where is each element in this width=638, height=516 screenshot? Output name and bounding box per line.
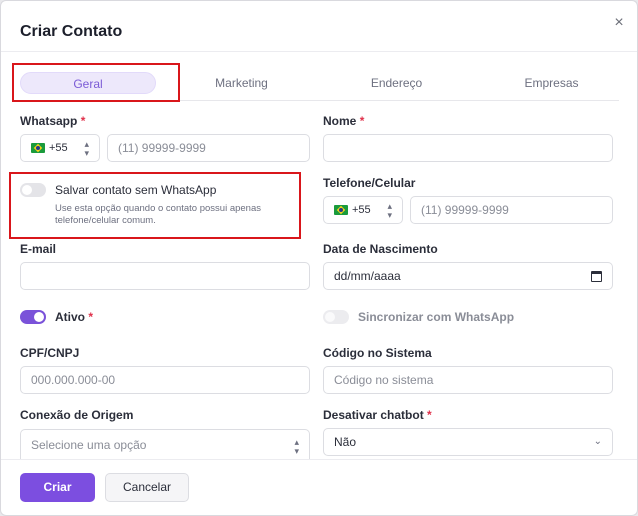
- brazil-flag-icon: [334, 205, 348, 215]
- whatsapp-input[interactable]: (11) 99999-9999: [107, 134, 310, 162]
- brazil-flag-icon: [31, 143, 45, 153]
- updown-chevron-icon: ▴ ▾: [387, 201, 392, 220]
- conexao-select[interactable]: Selecione uma opção ▴ ▾: [20, 429, 310, 459]
- email-input[interactable]: [20, 262, 310, 290]
- updown-chevron-icon: ▴ ▾: [294, 437, 299, 456]
- telefone-country-select[interactable]: +55 ▴ ▾: [323, 196, 403, 224]
- modal-header: Criar Contato ×: [1, 1, 637, 52]
- cpf-input[interactable]: 000.000.000-00: [20, 366, 310, 394]
- email-label: E-mail: [20, 242, 57, 256]
- codigo-input[interactable]: Código no sistema: [323, 366, 613, 394]
- nascimento-label: Data de Nascimento: [323, 242, 438, 256]
- modal-title: Criar Contato: [20, 23, 123, 40]
- cancel-button[interactable]: Cancelar: [105, 473, 189, 502]
- whatsapp-label: Whatsapp *: [20, 114, 86, 128]
- create-contact-modal: Criar Contato × Geral Marketing Endereço…: [0, 0, 638, 516]
- conexao-label: Conexão de Origem: [20, 408, 134, 422]
- sincronizar-label: Sincronizar com WhatsApp: [358, 310, 515, 324]
- chatbot-label: Desativar chatbot *: [323, 408, 432, 422]
- save-without-whatsapp-help: Use esta opção quando o contato possui a…: [55, 203, 261, 226]
- chatbot-select[interactable]: Não ⌄: [323, 428, 613, 456]
- telefone-input[interactable]: (11) 99999-9999: [410, 196, 613, 224]
- create-button[interactable]: Criar: [20, 473, 95, 502]
- nascimento-input[interactable]: dd/mm/aaaa: [323, 262, 613, 290]
- nome-label: Nome *: [323, 114, 365, 128]
- tab-bar: Geral Marketing Endereço Empresas: [12, 63, 619, 101]
- save-without-whatsapp-toggle[interactable]: [20, 183, 46, 197]
- close-icon[interactable]: ×: [611, 15, 627, 31]
- ativo-label: Ativo *: [55, 310, 94, 324]
- calendar-icon[interactable]: [591, 271, 602, 282]
- chevron-down-icon: ⌄: [593, 436, 602, 447]
- tab-marketing[interactable]: Marketing: [174, 72, 309, 94]
- telefone-label: Telefone/Celular: [323, 176, 416, 190]
- tab-geral[interactable]: Geral: [20, 72, 156, 94]
- ativo-toggle[interactable]: [20, 310, 46, 324]
- save-without-whatsapp-label: Salvar contato sem WhatsApp: [55, 183, 217, 197]
- footer-divider: [1, 459, 637, 460]
- codigo-label: Código no Sistema: [323, 346, 432, 360]
- cpf-label: CPF/CNPJ: [20, 346, 80, 360]
- sincronizar-toggle[interactable]: [323, 310, 349, 324]
- tab-empresas[interactable]: Empresas: [484, 72, 619, 94]
- updown-chevron-icon: ▴ ▾: [84, 139, 89, 158]
- whatsapp-country-select[interactable]: +55 ▴ ▾: [20, 134, 100, 162]
- nome-input[interactable]: [323, 134, 613, 162]
- tab-endereco[interactable]: Endereço: [329, 72, 464, 94]
